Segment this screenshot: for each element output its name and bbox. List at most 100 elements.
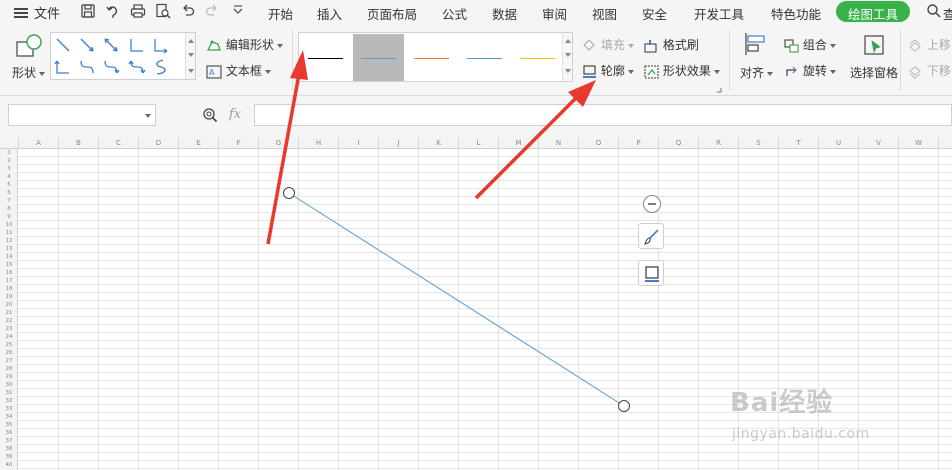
tab-drawing-tools[interactable]: 绘图工具 — [836, 1, 911, 22]
row-header-cell[interactable]: 8 — [0, 205, 18, 213]
move-down-button[interactable]: 下移 — [908, 62, 951, 79]
format-painter-button[interactable]: 格式刷 — [644, 36, 699, 53]
column-header-cell[interactable]: M — [499, 138, 539, 149]
column-header-cell[interactable]: W — [899, 138, 939, 149]
tab-page-layout[interactable]: 页面布局 — [367, 4, 417, 23]
row-header-cell[interactable]: 37 — [0, 437, 18, 445]
row-header-cell[interactable]: 12 — [0, 237, 18, 245]
row-header-cell[interactable]: 36 — [0, 429, 18, 437]
column-header-cell[interactable]: V — [859, 138, 899, 149]
column-header-cell[interactable]: C — [99, 138, 139, 149]
shape-button-icon[interactable] — [14, 32, 44, 62]
tab-developer[interactable]: 开发工具 — [694, 4, 744, 23]
shape-gallery[interactable] — [50, 32, 196, 80]
print-icon[interactable] — [130, 3, 146, 19]
row-header-cell[interactable]: 32 — [0, 397, 18, 405]
column-header-cell[interactable]: N — [539, 138, 579, 149]
row-header-cell[interactable]: 22 — [0, 317, 18, 325]
gallery-scrollbar[interactable] — [185, 33, 195, 79]
column-header-cell[interactable]: H — [299, 138, 339, 149]
row-header-cell[interactable]: 18 — [0, 285, 18, 293]
column-header-cell[interactable]: B — [59, 138, 99, 149]
column-header-cell[interactable]: P — [619, 138, 659, 149]
row-header-cell[interactable]: 10 — [0, 221, 18, 229]
move-up-button[interactable]: 上移 — [908, 36, 951, 53]
row-header-cell[interactable]: 39 — [0, 453, 18, 461]
column-header-cell[interactable]: E — [179, 138, 219, 149]
tab-home[interactable]: 开始 — [268, 4, 293, 23]
name-box-dropdown-icon[interactable] — [145, 114, 151, 118]
text-box-button[interactable]: A 文本框 — [206, 62, 271, 79]
row-header-cell[interactable]: 13 — [0, 245, 18, 253]
shape-style-gallery[interactable] — [298, 32, 573, 82]
column-header-cell[interactable]: K — [419, 138, 459, 149]
column-header-cell[interactable]: J — [379, 138, 419, 149]
row-header-cell[interactable]: 33 — [0, 405, 18, 413]
row-header-cell[interactable]: 20 — [0, 301, 18, 309]
column-header-cell[interactable]: O — [579, 138, 619, 149]
column-header-cell[interactable]: S — [739, 138, 779, 149]
row-header-cell[interactable]: 17 — [0, 277, 18, 285]
ribbon-dialog-launcher[interactable] — [716, 82, 722, 96]
print-preview-icon[interactable] — [155, 3, 171, 19]
file-menu-label[interactable]: 文件 — [34, 3, 60, 22]
row-header-cell[interactable]: 30 — [0, 381, 18, 389]
undo-icon[interactable] — [180, 3, 196, 19]
fill-button[interactable]: 填充 — [582, 36, 634, 53]
style-swatch[interactable] — [406, 34, 457, 81]
column-header-cell[interactable]: U — [819, 138, 859, 149]
row-header-cell[interactable]: 3 — [0, 165, 18, 173]
row-header-cell[interactable]: 7 — [0, 197, 18, 205]
row-header-cell[interactable]: 31 — [0, 389, 18, 397]
search-icon[interactable] — [926, 3, 942, 19]
shape-effects-button[interactable]: 形状效果 — [644, 62, 720, 79]
row-header-cell[interactable]: 26 — [0, 349, 18, 357]
column-header-cell[interactable]: T — [779, 138, 819, 149]
tab-formulas[interactable]: 公式 — [442, 4, 467, 23]
formula-input[interactable] — [254, 104, 952, 126]
column-header-cell[interactable]: F — [219, 138, 259, 149]
row-header-cell[interactable]: 21 — [0, 309, 18, 317]
name-box[interactable] — [8, 104, 156, 126]
column-header-cell[interactable]: L — [459, 138, 499, 149]
float-outline-button[interactable] — [638, 260, 664, 286]
column-header-cell[interactable]: I — [339, 138, 379, 149]
row-header-cell[interactable]: 24 — [0, 333, 18, 341]
tab-special-features[interactable]: 特色功能 — [771, 4, 821, 23]
search-label[interactable]: 查 — [943, 4, 952, 23]
row-header-cell[interactable]: 38 — [0, 445, 18, 453]
tab-insert[interactable]: 插入 — [317, 4, 342, 23]
row-header-cell[interactable]: 16 — [0, 269, 18, 277]
row-header-cell[interactable]: 27 — [0, 357, 18, 365]
column-header-cell[interactable]: A — [19, 138, 59, 149]
row-header-cell[interactable]: 14 — [0, 253, 18, 261]
row-header-cell[interactable]: 5 — [0, 181, 18, 189]
style-swatch[interactable] — [300, 34, 351, 81]
row-header-cell[interactable]: 19 — [0, 293, 18, 301]
row-header-cell[interactable]: 11 — [0, 229, 18, 237]
row-header-cell[interactable]: 9 — [0, 213, 18, 221]
row-header-cell[interactable]: 6 — [0, 189, 18, 197]
row-header-cell[interactable]: 1 — [0, 149, 18, 157]
tab-security[interactable]: 安全 — [642, 4, 667, 23]
row-header-cell[interactable]: 25 — [0, 341, 18, 349]
row-header-cell[interactable]: 29 — [0, 373, 18, 381]
column-header-cell[interactable]: G — [259, 138, 299, 149]
tab-view[interactable]: 视图 — [592, 4, 617, 23]
collapse-float-toolbar-button[interactable] — [643, 195, 661, 213]
hamburger-menu-icon[interactable] — [14, 7, 28, 19]
undo-redo-icon[interactable] — [105, 3, 121, 19]
style-gallery-scrollbar[interactable] — [562, 33, 572, 81]
select-all-corner[interactable] — [0, 138, 19, 149]
selection-pane-icon[interactable] — [863, 34, 887, 58]
row-header-cell[interactable]: 2 — [0, 157, 18, 165]
column-header-cell[interactable]: D — [139, 138, 179, 149]
group-button[interactable]: 组合 — [784, 36, 836, 53]
zoom-search-icon[interactable] — [202, 107, 218, 123]
rotate-button[interactable]: 旋转 — [784, 62, 836, 79]
outline-button[interactable]: 轮廓 — [582, 62, 634, 79]
align-button[interactable]: 对齐 — [740, 64, 774, 81]
style-swatch[interactable] — [353, 34, 404, 81]
shape-button[interactable]: 形状 — [12, 64, 46, 81]
save-icon[interactable] — [80, 3, 96, 19]
